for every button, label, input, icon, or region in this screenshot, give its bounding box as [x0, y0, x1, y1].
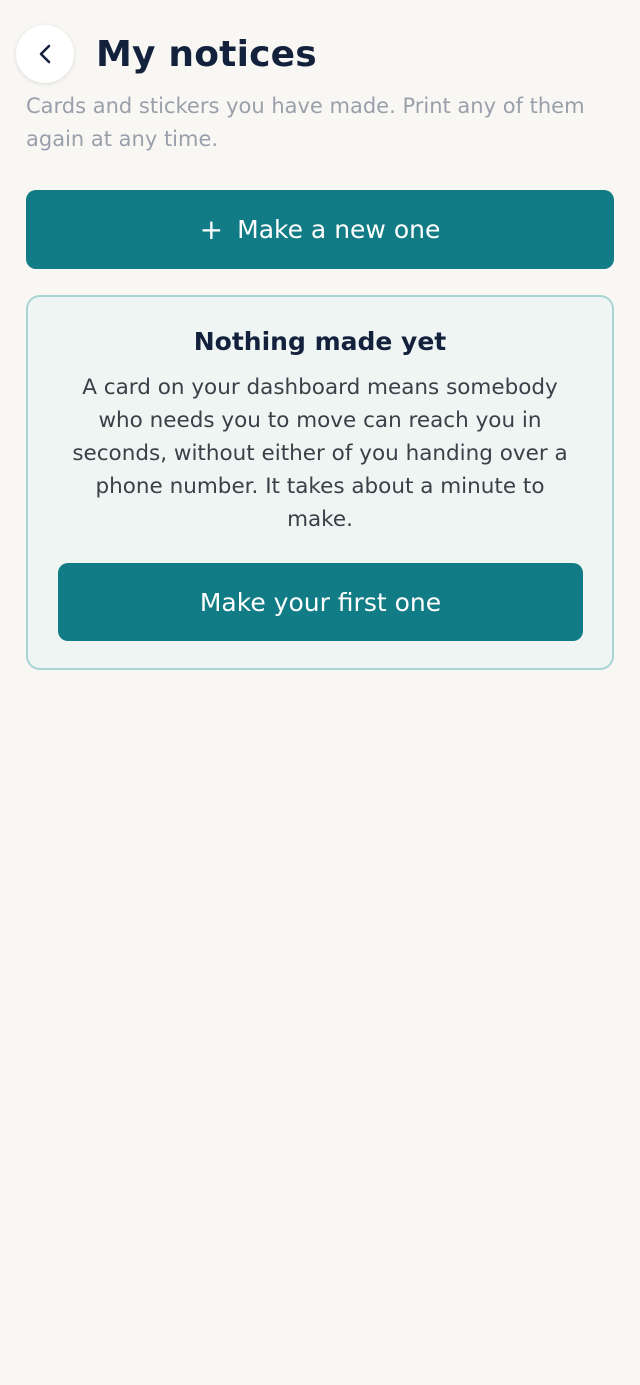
make-first-button[interactable]: Make your first one — [58, 563, 583, 641]
make-new-button[interactable]: + Make a new one — [26, 190, 614, 269]
page-subtitle: Cards and stickers you have made. Print … — [26, 94, 585, 151]
make-new-button-label: Make a new one — [237, 215, 441, 244]
plus-icon: + — [199, 212, 224, 246]
header: My notices — [16, 25, 317, 83]
back-button[interactable] — [16, 25, 74, 83]
empty-state-description: A card on your dashboard means somebody … — [72, 375, 568, 532]
chevron-left-icon — [39, 44, 51, 64]
empty-state-card: Nothing made yet A card on your dashboar… — [26, 295, 614, 670]
page-title: My notices — [96, 33, 317, 75]
make-first-button-label: Make your first one — [199, 587, 442, 617]
empty-state-title: Nothing made yet — [193, 327, 447, 356]
